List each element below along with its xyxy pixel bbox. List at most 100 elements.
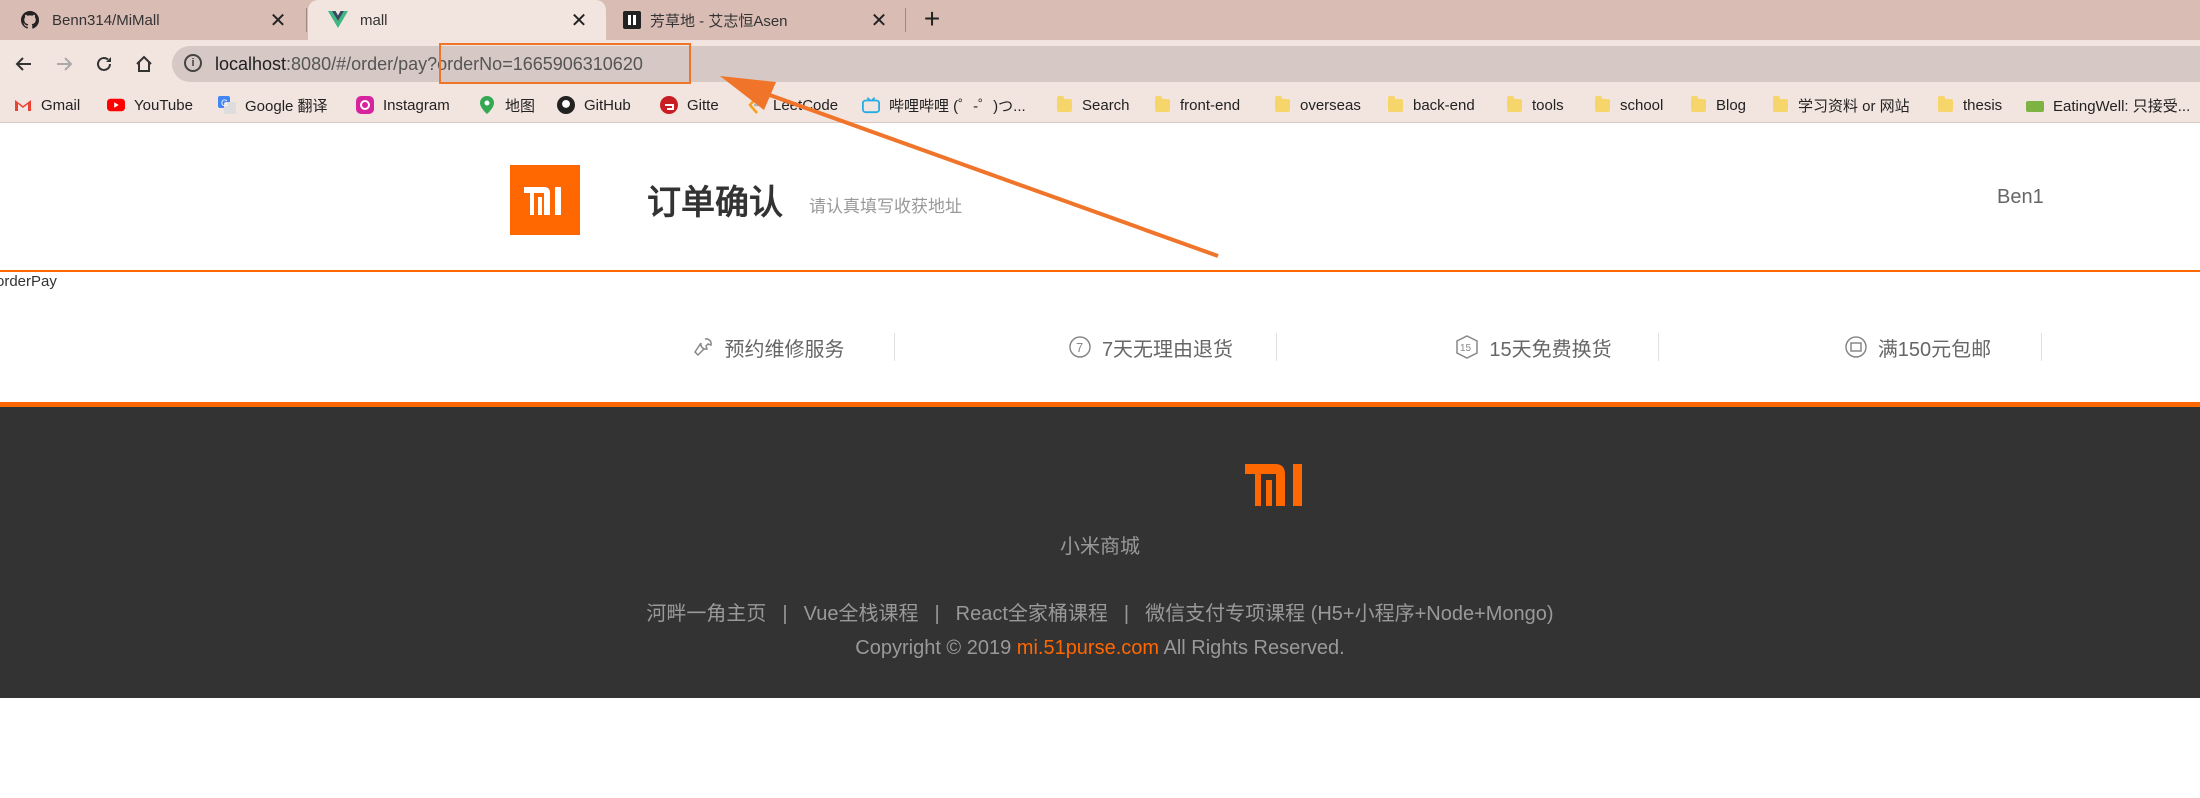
link-separator: | [1123,603,1130,625]
footer-link-vue[interactable]: Vue全栈课程 [804,603,919,625]
service-label: 15天免费换货 [1489,338,1612,361]
bookmark-label: 哔哩哔哩 (゜-゜)つ... [889,97,1026,115]
bookmark-folder-thesis[interactable]: thesis [1936,93,2002,117]
folder-icon [1505,95,1523,114]
service-bar: 预约维修服务 7 7天无理由退货 15 15天免费换货 满150元包邮 [576,323,2042,371]
link-separator: | [782,603,788,625]
svg-text:15: 15 [1460,343,1472,354]
footer-link-wechat-pay[interactable]: 微信支付专项课程 (H5+小程序+Node+Mongo) [1145,603,1553,625]
web-page: 订单确认 请认真填写收获地址 Ben1 orderPay 预约维修服务 7 7天… [0,123,2200,798]
footer-link-home[interactable]: 河畔一角主页 [646,603,766,625]
bookmark-label: 学习资料 or 网站 [1798,97,1910,115]
bookmark-maps[interactable]: 地图 [478,93,535,117]
bookmark-label: back-end [1413,96,1475,114]
mi-logo[interactable] [510,165,580,235]
forward-button[interactable] [48,48,80,80]
bookmark-folder-school[interactable]: school [1593,93,1663,117]
bookmark-instagram[interactable]: Instagram [356,93,450,117]
service-item-exchange[interactable]: 15 15天免费换货 [1342,323,1725,371]
footer-links: 河畔一角主页 | Vue全栈课程 | React全家桶课程 | 微信支付专项课程 (H5+小… [0,597,2200,626]
bookmark-github[interactable]: GitHub [557,93,631,117]
bookmark-gitee[interactable]: Gitte [660,93,719,117]
folder-icon [1273,95,1291,114]
close-tab-icon[interactable]: ✕ [568,8,590,33]
copyright-text: Copyright © 2019 mi.51purse.com All Righ… [0,637,2200,660]
folder-icon [1386,95,1404,114]
wrench-icon [693,338,712,357]
bookmark-label: Gmail [41,96,81,114]
tab-title: Benn314/MiMall [52,11,160,29]
bookmark-folder-study[interactable]: 学习资料 or 网站 [1771,93,1910,117]
bookmark-label: EatingWell: 只接受... [2053,97,2191,115]
service-label: 7天无理由退货 [1101,338,1234,361]
bookmark-eatingwell[interactable]: EatingWell: 只接受... [2026,93,2190,117]
route-name-text: orderPay [0,273,57,290]
mi-logo-icon [524,187,561,215]
folder-icon [1936,95,1954,114]
shipping-icon [1845,336,1867,358]
footer-link-react[interactable]: React全家桶课程 [956,603,1108,625]
close-tab-icon[interactable]: ✕ [868,8,890,33]
home-button[interactable] [128,48,160,80]
bookmark-bilibili[interactable]: 哔哩哔哩 (゜-゜)つ... [862,93,1026,117]
bookmark-leetcode[interactable]: LeetCode [746,93,838,117]
bookmark-folder-overseas[interactable]: overseas [1273,93,1361,117]
copyright-prefix: Copyright © 2019 [855,637,1017,659]
bookmark-youtube[interactable]: YouTube [107,93,193,117]
url-highlight-box [439,43,691,84]
service-item-return[interactable]: 7 7天无理由退货 [959,323,1342,371]
bookmark-label: thesis [1963,96,2003,114]
bookmark-folder-search[interactable]: Search [1055,93,1130,117]
bookmark-label: school [1620,96,1664,114]
site-info-icon[interactable]: i [184,54,202,72]
copyright-site-link[interactable]: mi.51purse.com [1017,637,1159,659]
service-item-shipping[interactable]: 满150元包邮 [1726,323,2109,371]
asen-icon [622,10,642,30]
bookmark-label: Gitte [687,96,719,114]
new-tab-button[interactable]: + [914,2,950,38]
bookmark-folder-tools[interactable]: tools [1505,93,1564,117]
tab-title: 芳草地 - 艾志恒Asen [650,12,788,30]
bookmark-label: GitHub [584,96,631,114]
folder-icon [1593,95,1611,114]
eatingwell-icon [2026,96,2044,114]
seven-day-icon: 7 [1069,336,1091,358]
folder-icon [1153,95,1171,114]
folder-icon [1689,95,1707,114]
vue-icon [328,10,348,30]
username-link[interactable]: Ben1 [1997,186,2044,209]
tab-mall[interactable]: mall ✕ [308,0,606,40]
maps-icon [478,96,496,114]
bookmark-label: overseas [1300,96,1361,114]
bookmark-label: YouTube [134,96,193,114]
bookmark-label: tools [1532,96,1564,114]
copyright-suffix: All Rights Reserved. [1159,637,1345,659]
reload-button[interactable] [88,48,120,80]
link-separator: | [934,603,940,625]
bookmark-gmail[interactable]: Gmail [14,93,80,117]
folder-icon [1055,95,1073,114]
back-button[interactable] [8,48,40,80]
tab-mimall[interactable]: Benn314/MiMall ✕ [0,0,305,40]
tab-asen[interactable]: 芳草地 - 艾志恒Asen ✕ [606,0,906,40]
service-label: 满150元包邮 [1877,338,1992,361]
bookmark-label: Google 翻译 [245,97,328,115]
bookmark-label: 地图 [505,97,536,115]
bookmarks-bar: Gmail YouTube G Google 翻译 Instagram 地图 G… [0,88,2200,123]
page-subtitle: 请认真填写收获地址 [809,197,962,216]
service-item-repair[interactable]: 预约维修服务 [576,323,959,371]
page-title: 订单确认 [647,184,783,222]
gitee-icon [660,96,678,114]
browser-toolbar: i localhost:8080/#/order/pay?orderNo=166… [0,40,2200,88]
bilibili-icon [862,96,880,114]
folder-icon [1771,95,1789,114]
bookmark-folder-front-end[interactable]: front-end [1153,93,1240,117]
bookmark-label: Instagram [383,96,450,114]
site-footer: 小米商城 河畔一角主页 | Vue全栈课程 | React全家桶课程 | 微信支付专项课程 … [0,402,2200,698]
close-tab-icon[interactable]: ✕ [267,8,289,33]
bookmark-google-translate[interactable]: G Google 翻译 [218,93,328,117]
tab-strip: Benn314/MiMall ✕ mall ✕ 芳草地 - 艾志恒Asen ✕ … [0,0,2200,40]
header-divider [0,270,2200,272]
bookmark-folder-blog[interactable]: Blog [1689,93,1746,117]
bookmark-folder-back-end[interactable]: back-end [1386,93,1475,117]
